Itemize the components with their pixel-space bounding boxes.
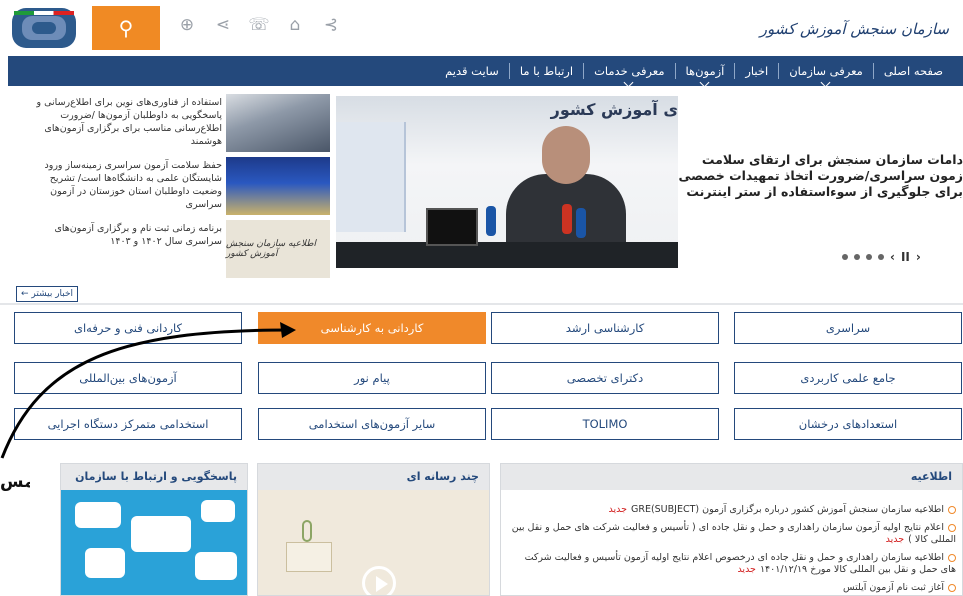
nav-item[interactable]: معرفی سازمان	[778, 63, 873, 79]
news-item[interactable]: استفاده از فناوری‌های نوین برای اطلاع‌رس…	[30, 94, 330, 154]
panel-title: اطلاعیه	[501, 464, 962, 490]
multimedia-thumbnail[interactable]	[258, 490, 489, 595]
nav-item[interactable]: معرفی خدمات	[583, 63, 674, 79]
main-news-photo[interactable]: ی آموزش کشور	[336, 96, 678, 268]
chat-bubble-icon	[195, 552, 237, 580]
slider-prev-icon[interactable]: ‹	[890, 250, 895, 264]
exam-category-button[interactable]: کارشناسی ارشد	[491, 312, 719, 344]
annotation-label: مس	[0, 472, 30, 492]
site-header: ⚲ ⊕ ⋖ ☏ ⌂ ⊰ سازمان سنجش آموزش کشور	[0, 0, 963, 56]
more-news-link[interactable]: اخبار بیشتر ←	[16, 286, 79, 302]
announcement-text[interactable]: آغاز ثبت نام آزمون آیلتس	[843, 582, 944, 593]
news-thumbnail[interactable]: اطلاعیه سازمان سنجش آموزش کشور	[226, 220, 330, 278]
announcement-item[interactable]: اعلام نتایج اولیه آزمون سازمان راهداری و…	[507, 522, 956, 546]
main-nav: صفحه اصلی معرفی سازمان اخبار آزمون‌ها معرفی …	[8, 56, 963, 86]
play-icon[interactable]	[362, 566, 396, 595]
backdrop-logo	[336, 122, 406, 232]
slider-dot[interactable]	[866, 254, 872, 260]
rss-icon[interactable]: ⊰	[320, 14, 342, 36]
new-badge: جدید	[737, 564, 756, 575]
microphone-icon	[576, 208, 586, 238]
panel-title: پاسخگویی و ارتباط با سازمان	[61, 464, 247, 490]
bullet-icon	[948, 505, 956, 514]
exam-category-button[interactable]: کاردانی فنی و حرفه‌ای	[14, 312, 242, 344]
news-headline[interactable]: دامات سازمان سنجش برای ارتقای سلامت زمون…	[678, 152, 963, 200]
slider-next-icon[interactable]: ›	[916, 250, 921, 264]
desk	[336, 242, 678, 268]
slider-dot[interactable]	[854, 254, 860, 260]
nav-item[interactable]: سایت قدیم	[435, 63, 509, 79]
chat-bubble-icon	[131, 516, 191, 552]
news-item-text[interactable]: برنامه زمانی ثبت نام و برگزاری آزمون‌های…	[30, 222, 222, 248]
flag-stripe	[14, 11, 74, 15]
news-thumbnail[interactable]	[226, 94, 330, 152]
slider-controls: ‹ II ›	[842, 250, 921, 264]
phone-icon[interactable]: ☏	[248, 14, 270, 36]
microphone-icon	[562, 204, 572, 234]
site-logo[interactable]: سازمان سنجش آموزش کشور	[760, 12, 957, 46]
bullet-icon	[948, 583, 956, 592]
multimedia-panel: چند رسانه ای	[257, 463, 490, 596]
exam-category-button[interactable]: جامع علمی کاربردی	[734, 362, 962, 394]
slider-pause-icon[interactable]: II	[901, 250, 910, 264]
nav-item[interactable]: آزمون‌ها	[674, 63, 735, 79]
paperclip-icon	[302, 520, 312, 542]
thumbnail-caption: اطلاعیه سازمان سنجش آموزش کشور	[226, 239, 317, 259]
speaker-head	[542, 126, 590, 184]
header-icon-bar: ⊕ ⋖ ☏ ⌂ ⊰	[176, 14, 342, 36]
exam-category-button[interactable]: دکترای تخصصی	[491, 362, 719, 394]
panel-title: چند رسانه ای	[258, 464, 489, 490]
exam-category-button[interactable]: سراسری	[734, 312, 962, 344]
side-news-list: استفاده از فناوری‌های نوین برای اطلاع‌رس…	[30, 94, 330, 283]
emblem-logo	[12, 8, 76, 48]
contact-illustration[interactable]	[61, 490, 247, 595]
nav-item[interactable]: اخبار	[734, 63, 778, 79]
exam-category-button[interactable]: استخدامی متمرکز دستگاه اجرایی	[14, 408, 242, 440]
search-icon: ⚲	[118, 16, 134, 40]
news-item[interactable]: برنامه زمانی ثبت نام و برگزاری آزمون‌های…	[30, 220, 330, 280]
news-item[interactable]: حفظ سلامت آزمون سراسری زمینه‌ساز ورود شا…	[30, 157, 330, 217]
slider-dot[interactable]	[842, 254, 848, 260]
nav-item[interactable]: صفحه اصلی	[872, 63, 953, 79]
announcement-text[interactable]: اطلاعیه سازمان سنجش آموزش کشور درباره بر…	[631, 504, 944, 515]
exam-category-button[interactable]: پیام نور	[258, 362, 486, 394]
chat-bubble-icon	[201, 500, 235, 522]
announcement-item[interactable]: آغاز ثبت نام آزمون آیلتس	[507, 582, 956, 594]
exam-category-button[interactable]: کاردانی به کارشناسی	[258, 312, 486, 344]
announcements-panel: اطلاعیه اطلاعیه سازمان سنجش آموزش کشور د…	[500, 463, 963, 596]
new-badge: جدید	[608, 504, 627, 515]
exam-category-button[interactable]: سایر آزمون‌های استخدامی	[258, 408, 486, 440]
news-item-text[interactable]: حفظ سلامت آزمون سراسری زمینه‌ساز ورود شا…	[30, 159, 222, 211]
contact-panel: پاسخگویی و ارتباط با سازمان	[60, 463, 248, 596]
bullet-icon	[948, 523, 956, 532]
exam-category-button[interactable]: TOLIMO	[491, 408, 719, 440]
slider-dot[interactable]	[878, 254, 884, 260]
globe-icon[interactable]: ⊕	[176, 14, 198, 36]
exam-category-button[interactable]: استعدادهای درخشان	[734, 408, 962, 440]
search-button[interactable]: ⚲	[92, 6, 160, 50]
bullet-icon	[948, 553, 956, 562]
announcement-item[interactable]: اطلاعیه سازمان راهداری و حمل و نقل جاده …	[507, 552, 956, 576]
chat-bubble-icon	[85, 548, 125, 578]
laptop-icon	[426, 208, 478, 246]
note-paper	[286, 542, 332, 572]
announcement-list: اطلاعیه سازمان سنجش آموزش کشور درباره بر…	[501, 490, 962, 594]
microphone-icon	[486, 206, 496, 236]
logo-text: سازمان سنجش آموزش کشور	[759, 20, 949, 38]
photo-banner-text: ی آموزش کشور	[550, 100, 678, 119]
new-badge: جدید	[885, 534, 905, 545]
share-icon[interactable]: ⋖	[212, 14, 234, 36]
section-divider	[0, 303, 963, 305]
nav-item[interactable]: ارتباط با ما	[508, 63, 583, 79]
home-icon[interactable]: ⌂	[284, 14, 306, 36]
news-thumbnail[interactable]	[226, 157, 330, 215]
announcement-item[interactable]: اطلاعیه سازمان سنجش آموزش کشور درباره بر…	[507, 504, 956, 516]
chat-bubble-icon	[75, 502, 121, 528]
exam-category-button[interactable]: آزمون‌های بین‌المللی	[14, 362, 242, 394]
news-item-text[interactable]: استفاده از فناوری‌های نوین برای اطلاع‌رس…	[30, 96, 223, 148]
